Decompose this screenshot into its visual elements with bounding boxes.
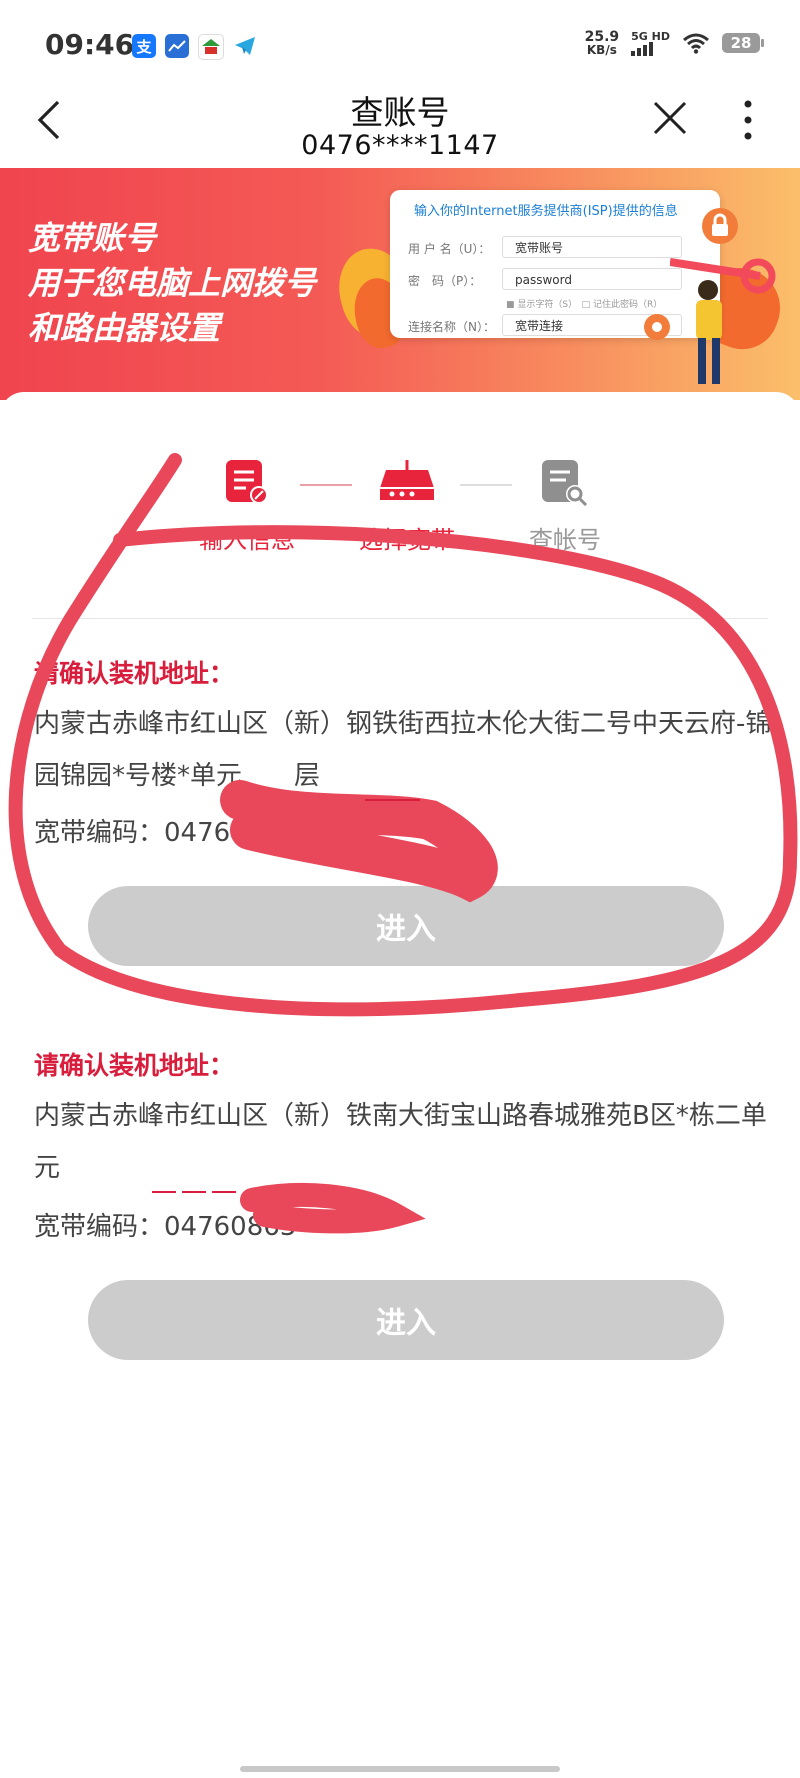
- enter-button[interactable]: 进入: [88, 1280, 724, 1360]
- step-select-broadband: 选择宽带: [332, 458, 482, 555]
- confirm-address-label: 请确认装机地址：: [34, 1051, 235, 1080]
- signal-indicator: 5G HD: [631, 31, 670, 56]
- close-icon: [653, 101, 687, 135]
- notification-icons: 支: [132, 34, 257, 60]
- battery-icon: 28: [722, 33, 764, 53]
- step-label: 查帐号: [529, 526, 601, 554]
- router-icon: [380, 460, 434, 500]
- enter-button[interactable]: 进入: [88, 886, 724, 966]
- status-bar: 09:46 支 25.9 KB/s 5G HD 28: [0, 0, 800, 90]
- promo-banner: 宽带账号 用于您电脑上网拨号 和路由器设置 输入你的Internet服务提供商(…: [0, 168, 800, 400]
- banner-text: 宽带账号 用于您电脑上网拨号 和路由器设置: [28, 219, 317, 347]
- signal-bars-icon: [631, 41, 670, 56]
- alipay-icon: 支: [132, 34, 156, 58]
- status-indicators: 25.9 KB/s 5G HD 28: [584, 29, 764, 57]
- chart-app-icon: [165, 34, 189, 58]
- document-search-icon: [542, 460, 588, 507]
- home-indicator[interactable]: [240, 1766, 560, 1772]
- step-label: 选择宽带: [359, 526, 455, 554]
- form-edit-icon: [226, 460, 268, 504]
- lock-icon: [702, 208, 738, 244]
- step-check-account: 查帐号: [490, 458, 640, 555]
- status-time: 09:46: [45, 28, 135, 61]
- content-card: [0, 392, 800, 1778]
- more-vertical-icon: [744, 100, 752, 140]
- step-input-info: 输入信息: [172, 458, 322, 555]
- install-address: 内蒙古赤峰市红山区（新）钢铁街西拉木伦大街二号中天云府-锦园锦园*号楼*单元 层: [34, 709, 772, 791]
- nav-bar: 查账号 0476****1147: [0, 90, 800, 168]
- gear-icon: [644, 314, 670, 340]
- network-type: 5G HD: [631, 29, 670, 43]
- divider: [32, 618, 768, 619]
- wifi-icon: [683, 33, 709, 54]
- more-button[interactable]: [742, 100, 762, 144]
- person-with-key-illustration: [670, 258, 776, 384]
- close-button[interactable]: [652, 100, 692, 140]
- broadband-code: 宽带编码：0476: [34, 818, 231, 848]
- isp-heading: 输入你的Internet服务提供商(ISP)提供的信息: [414, 204, 678, 219]
- telegram-icon: [233, 34, 257, 58]
- broadband-code: 宽带编码：04760863: [34, 1212, 297, 1242]
- net-speed: 25.9 KB/s: [584, 29, 620, 57]
- step-label: 输入信息: [199, 526, 295, 554]
- bank-icon: [198, 34, 224, 60]
- install-address: 内蒙古赤峰市红山区（新）铁南大街宝山路春城雅苑B区*栋二单元: [34, 1101, 767, 1183]
- confirm-address-label: 请确认装机地址：: [34, 659, 235, 688]
